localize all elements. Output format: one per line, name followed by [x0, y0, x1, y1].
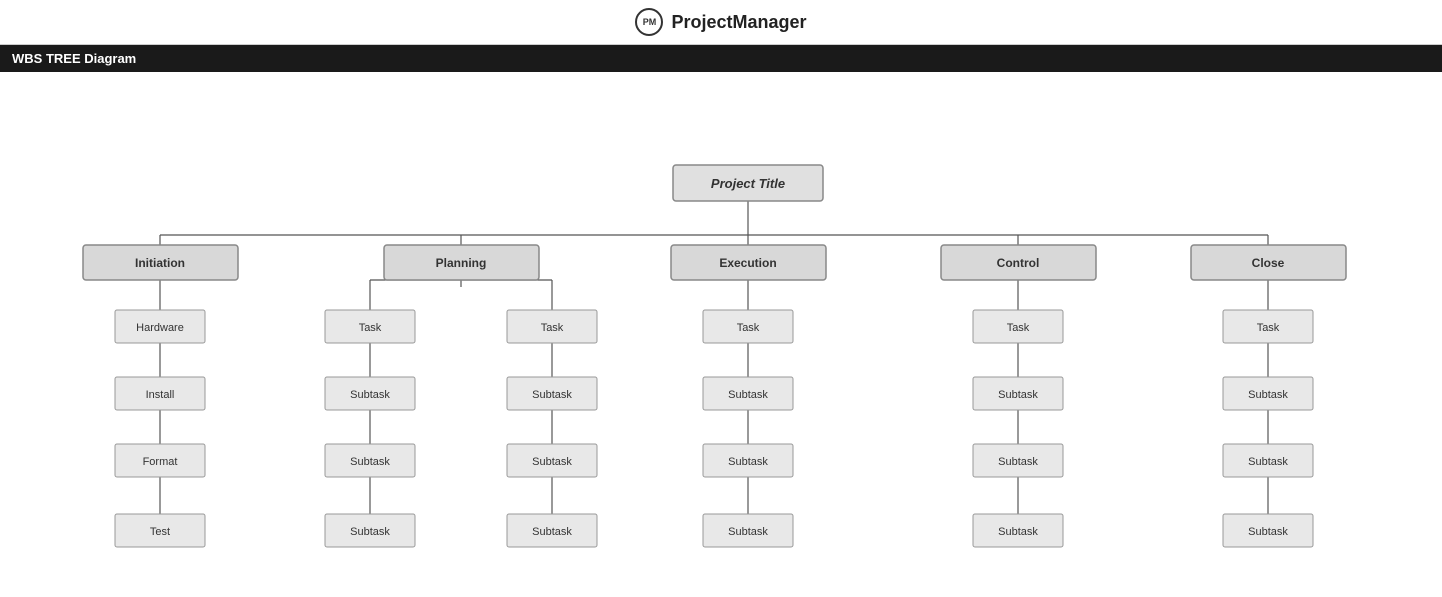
phase-execution-text: Execution: [719, 256, 776, 270]
install-text: Install: [146, 389, 175, 401]
logo-icon: PM: [635, 8, 663, 36]
plan-sub1-3-text: Subtask: [350, 526, 390, 538]
plan-task2-text: Task: [541, 322, 564, 334]
wbs-svg: Project Title Initiation Planning Execut…: [0, 82, 1442, 572]
ctrl-sub2-text: Subtask: [998, 456, 1038, 468]
close-sub1-text: Subtask: [1248, 389, 1288, 401]
plan-sub1-2-text: Subtask: [350, 456, 390, 468]
exec-sub1-text: Subtask: [728, 389, 768, 401]
plan-sub2-2-text: Subtask: [532, 456, 572, 468]
ctrl-sub3-text: Subtask: [998, 526, 1038, 538]
close-task-text: Task: [1257, 322, 1280, 334]
phase-control-text: Control: [997, 256, 1040, 270]
diagram-title-bar: WBS TREE Diagram: [0, 45, 1442, 72]
plan-task1-text: Task: [359, 322, 382, 334]
plan-sub1-1-text: Subtask: [350, 389, 390, 401]
wbs-diagram: Project Title Initiation Planning Execut…: [0, 72, 1442, 597]
exec-task-text: Task: [737, 322, 760, 334]
plan-sub2-3-text: Subtask: [532, 526, 572, 538]
close-sub3-text: Subtask: [1248, 526, 1288, 538]
exec-sub2-text: Subtask: [728, 456, 768, 468]
diagram-title: WBS TREE Diagram: [12, 51, 136, 66]
app-header: PM ProjectManager: [0, 0, 1442, 45]
ctrl-sub1-text: Subtask: [998, 389, 1038, 401]
hw-text: Hardware: [136, 322, 184, 334]
format-text: Format: [143, 456, 178, 468]
ctrl-task-text: Task: [1007, 322, 1030, 334]
test-text: Test: [150, 526, 170, 538]
phase-close-text: Close: [1252, 256, 1285, 270]
plan-sub2-1-text: Subtask: [532, 389, 572, 401]
exec-sub3-text: Subtask: [728, 526, 768, 538]
close-sub2-text: Subtask: [1248, 456, 1288, 468]
phase-planning-text: Planning: [436, 256, 487, 270]
phase-initiation-text: Initiation: [135, 256, 185, 270]
app-title: ProjectManager: [671, 12, 806, 33]
project-title-text: Project Title: [711, 176, 785, 191]
